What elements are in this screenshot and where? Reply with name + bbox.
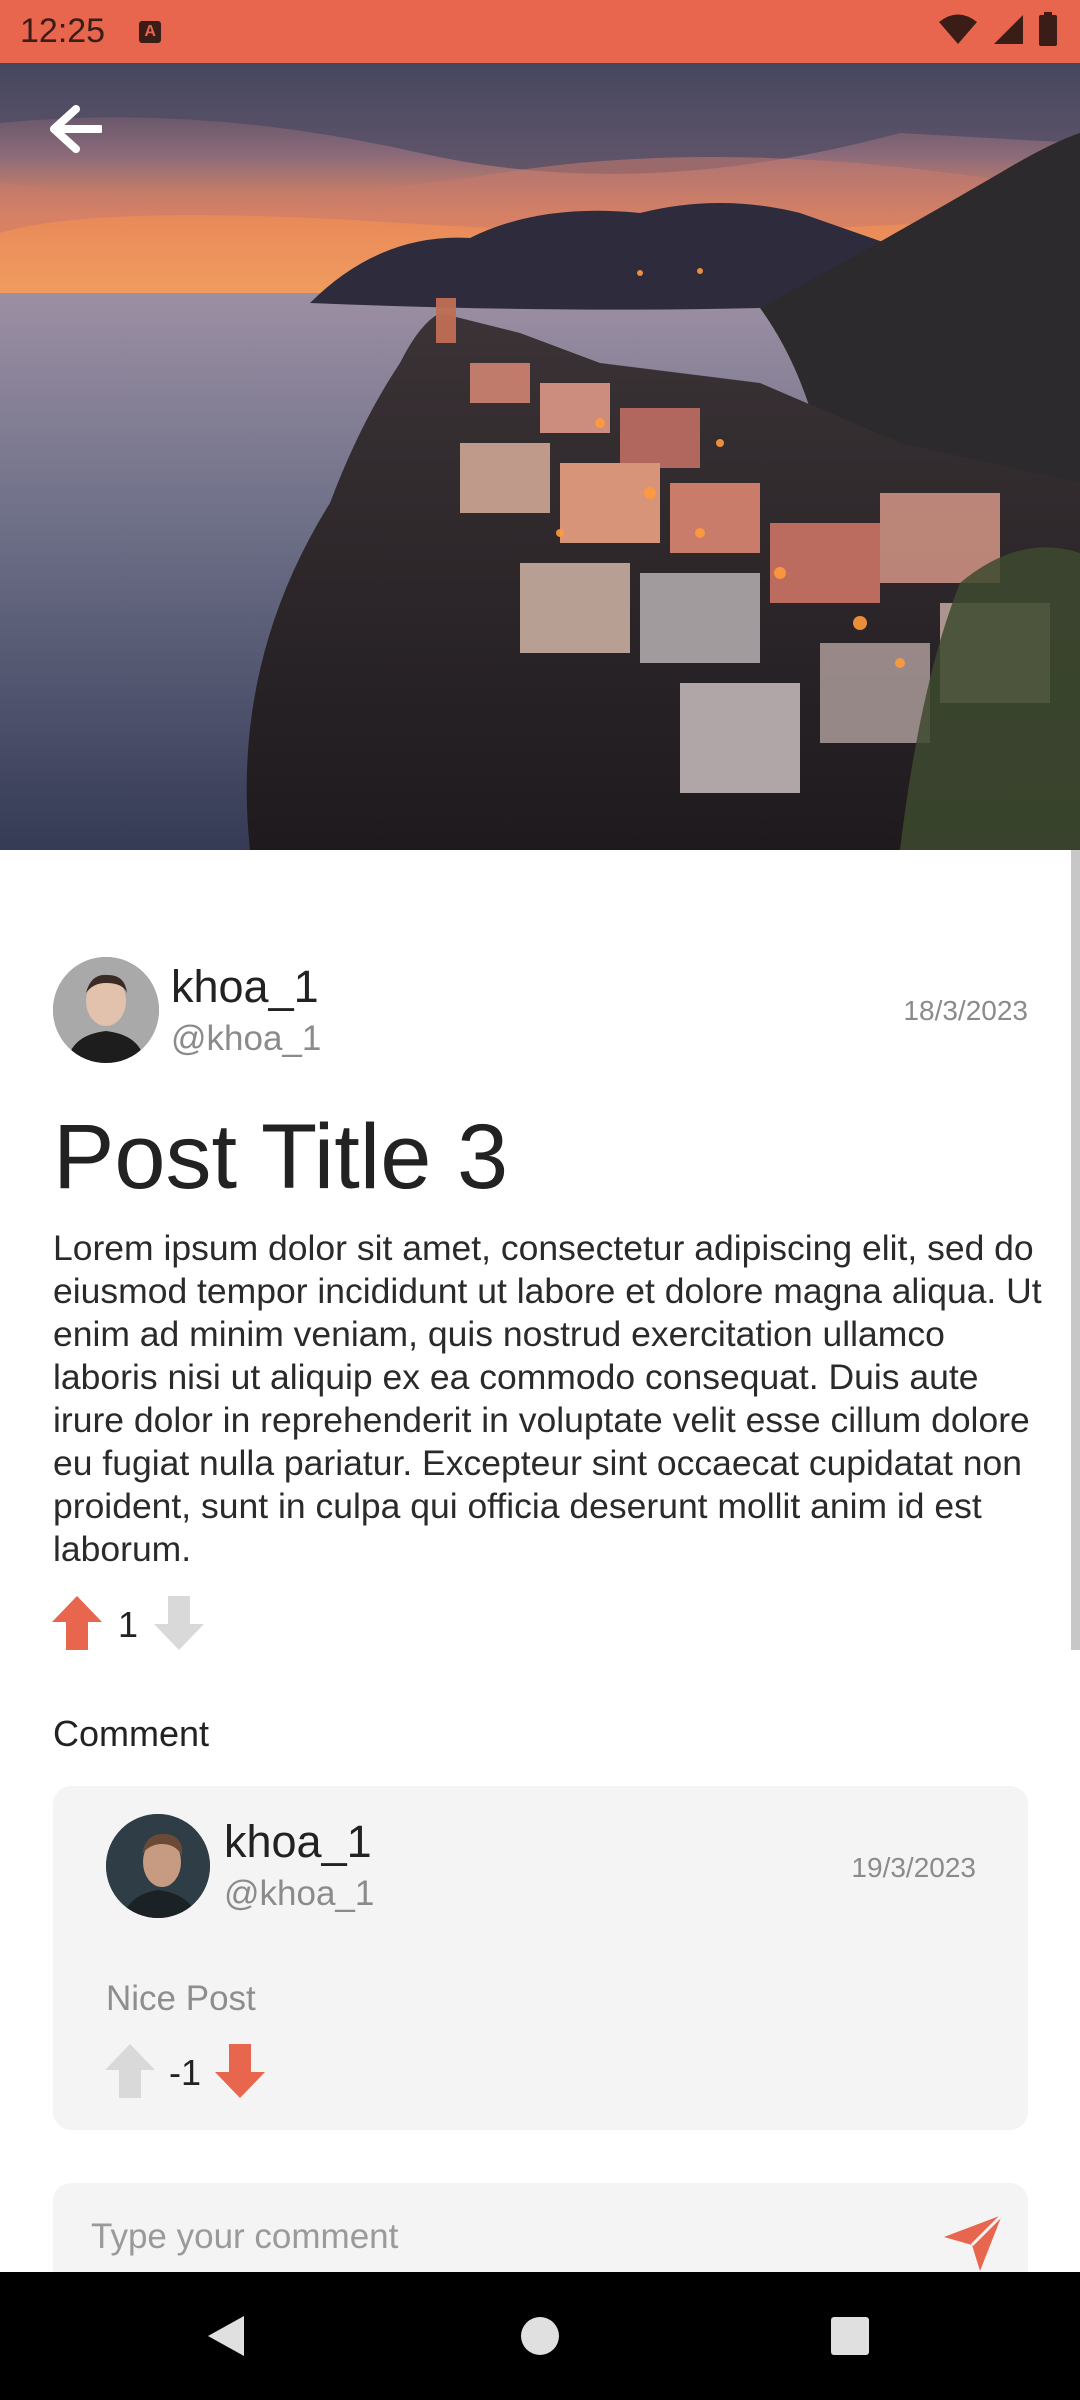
comment-text: Nice Post (106, 1979, 256, 2018)
comment-upvote-button[interactable] (103, 2042, 157, 2105)
scrollbar[interactable] (1071, 850, 1080, 1650)
send-button[interactable] (942, 2211, 1006, 2275)
comment-downvote-button[interactable] (213, 2042, 267, 2105)
comment-vote-count: -1 (169, 2052, 202, 2093)
comment-author-name[interactable]: khoa_1 (224, 1816, 372, 1868)
nav-back-button[interactable] (196, 2306, 256, 2366)
arrow-up-icon (105, 2043, 155, 2098)
arrow-up-icon (52, 1595, 102, 1650)
wifi-icon (939, 14, 977, 44)
post-date: 18/3/2023 (903, 995, 1028, 1026)
comment-vote-row: -1 (103, 2043, 267, 2103)
back-triangle-icon (208, 2316, 244, 2356)
status-time: 12:25 (20, 12, 106, 50)
person-avatar-icon (106, 1814, 210, 1918)
nav-recents-button[interactable] (820, 2306, 880, 2366)
author-avatar[interactable] (53, 957, 159, 1063)
recents-square-icon (831, 2317, 869, 2355)
arrow-down-icon (215, 2043, 266, 2098)
status-icons (938, 12, 1058, 46)
comment-author-handle: @khoa_1 (224, 1874, 375, 1913)
comment-input-box (53, 2183, 1028, 2283)
signal-icon (994, 15, 1023, 44)
send-icon (944, 2213, 1004, 2271)
comment-input[interactable] (89, 2211, 913, 2263)
back-button[interactable] (44, 97, 108, 161)
coastal-village-photo (0, 63, 1080, 850)
post-body: Lorem ipsum dolor sit amet, consectetur … (53, 1228, 1042, 1569)
comment-author-avatar[interactable] (106, 1814, 210, 1918)
home-circle-icon (521, 2317, 559, 2355)
downvote-button[interactable] (152, 1594, 206, 1657)
status-bar: 12:25 A (0, 0, 1080, 63)
post-title: Post Title 3 (53, 1106, 509, 1208)
comment-date: 19/3/2023 (851, 1852, 976, 1883)
post-vote-row: 1 (50, 1595, 206, 1655)
arrow-left-icon (50, 105, 102, 153)
arrow-down-icon (154, 1595, 205, 1650)
person-avatar-icon (53, 957, 159, 1063)
author-handle: @khoa_1 (171, 1019, 322, 1058)
post-vote-count: 1 (118, 1604, 139, 1645)
battery-icon (1039, 12, 1057, 46)
upvote-button[interactable] (50, 1594, 104, 1657)
nav-home-button[interactable] (510, 2306, 570, 2366)
hero-image (0, 63, 1080, 850)
system-nav-bar (0, 2272, 1080, 2400)
author-name[interactable]: khoa_1 (171, 961, 319, 1013)
comment-heading: Comment (53, 1713, 210, 1754)
comment-card: khoa_1 @khoa_1 19/3/2023 Nice Post -1 (53, 1786, 1028, 2130)
a-notification-icon: A (139, 20, 162, 43)
post-header: khoa_1 @khoa_1 18/3/2023 (53, 957, 1028, 1063)
